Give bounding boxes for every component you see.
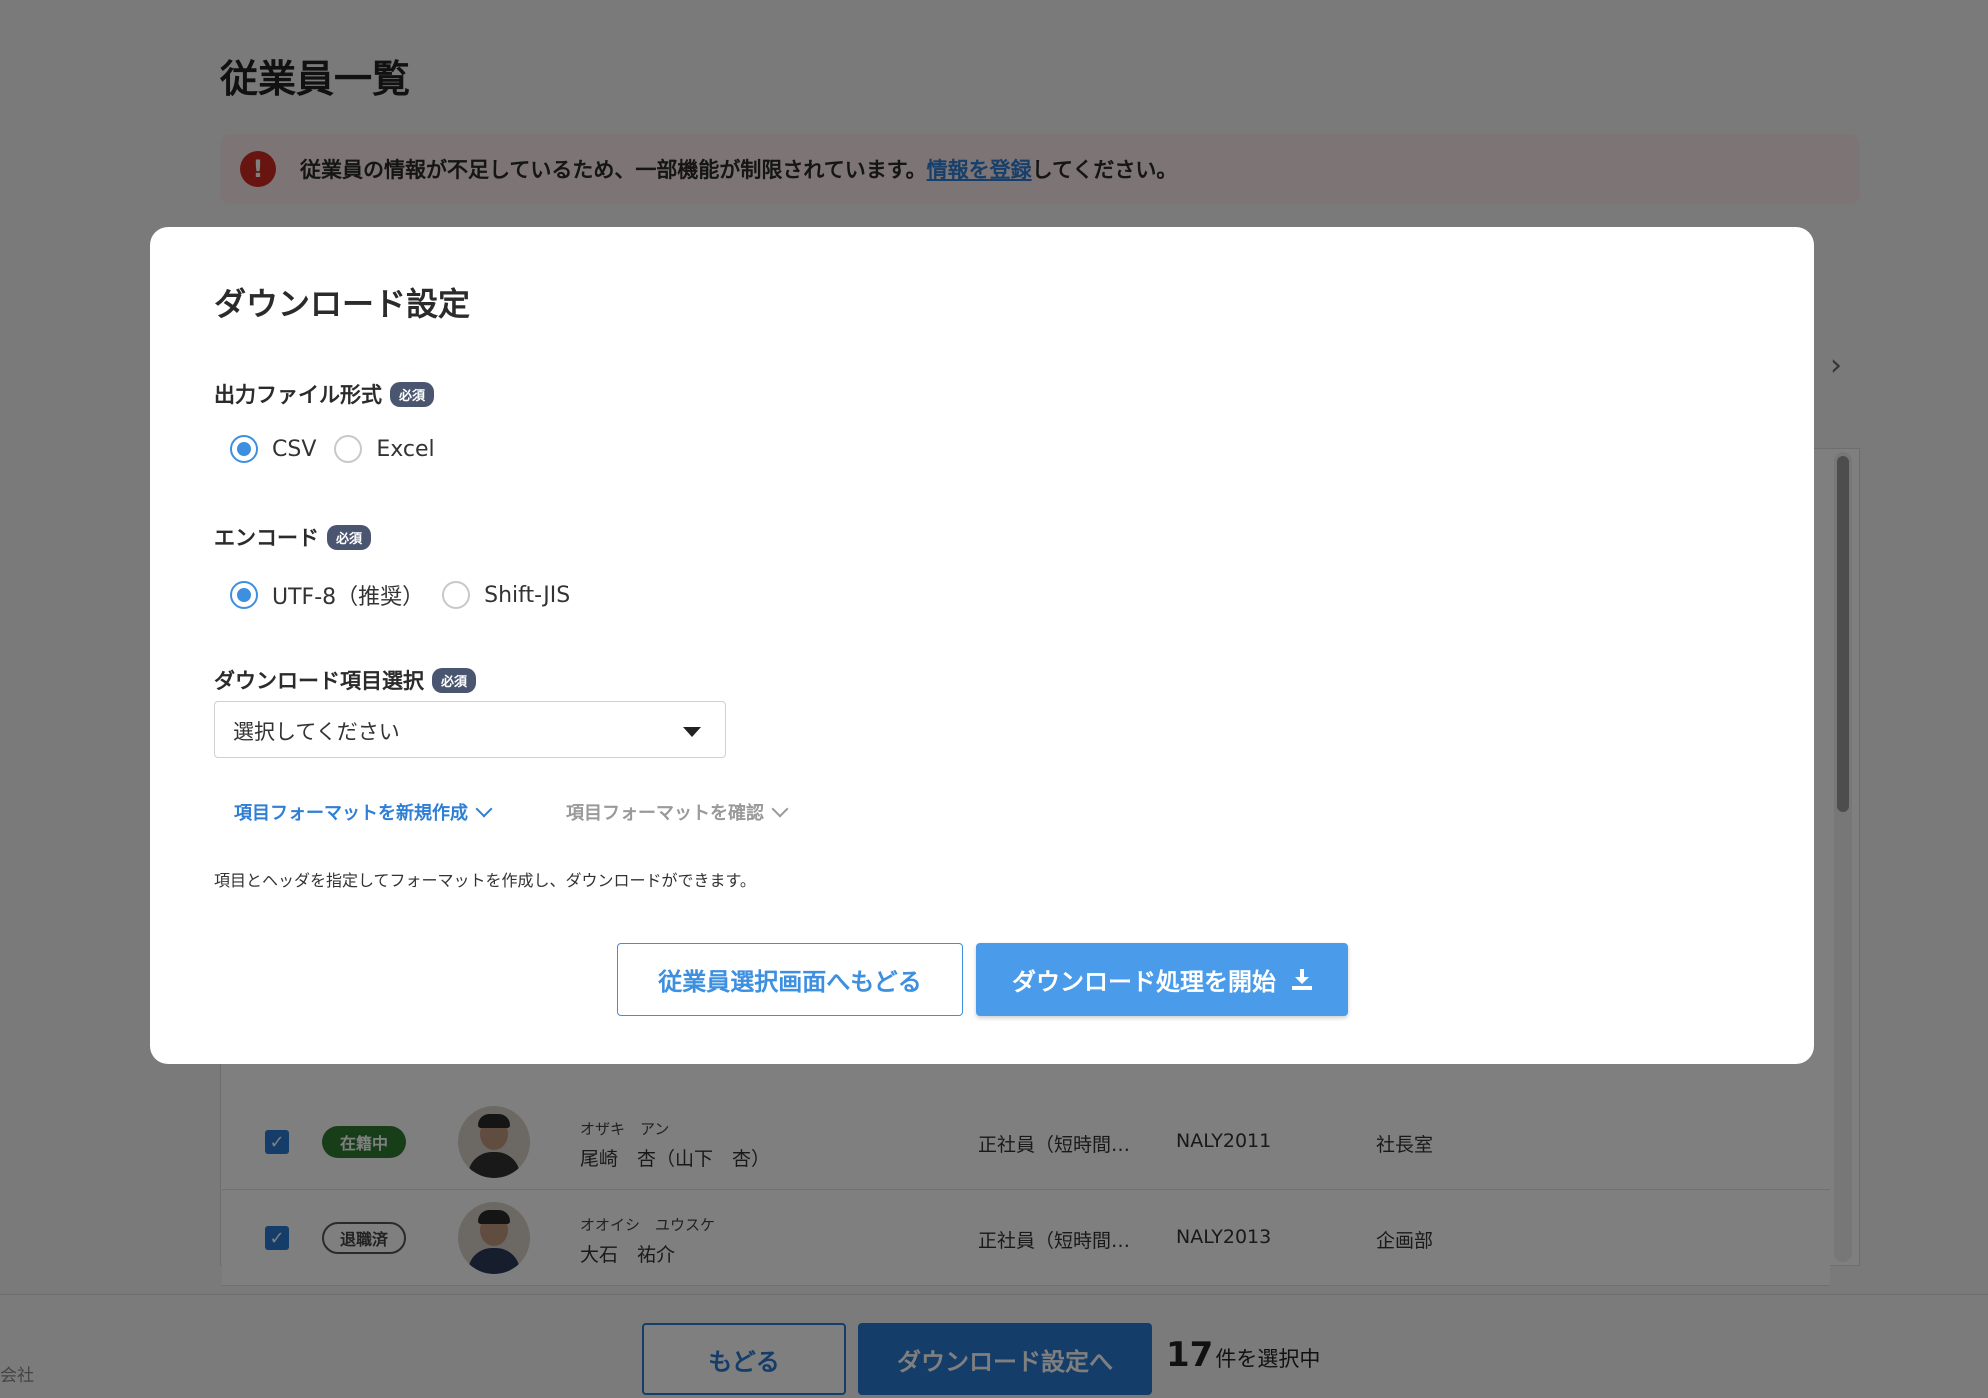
- new-format-link[interactable]: 項目フォーマットを新規作成: [234, 799, 493, 825]
- download-settings-modal: ダウンロード設定 出力ファイル形式 必須 CSV Excel エンコード 必須 UT…: [150, 227, 1814, 1064]
- required-badge: 必須: [327, 524, 372, 550]
- confirm-format-link[interactable]: 項目フォーマットを確認: [566, 799, 789, 825]
- download-items-select[interactable]: 選択してください: [214, 701, 726, 758]
- radio-csv[interactable]: CSV: [230, 435, 316, 463]
- radio-shift-jis[interactable]: Shift-JIS: [442, 581, 570, 609]
- return-to-selection-button[interactable]: 従業員選択画面へもどる: [617, 943, 963, 1016]
- caret-down-icon: [683, 727, 701, 737]
- start-download-button[interactable]: ダウンロード処理を開始: [976, 943, 1348, 1016]
- file-format-label: 出力ファイル形式 必須: [214, 379, 435, 409]
- radio-button[interactable]: [334, 435, 363, 463]
- encoding-radio-group: UTF-8（推奨） Shift-JIS: [230, 579, 588, 611]
- radio-excel[interactable]: Excel: [334, 435, 435, 463]
- radio-button-selected[interactable]: [230, 581, 258, 609]
- radio-button[interactable]: [442, 581, 471, 609]
- chevron-down-icon: [771, 800, 789, 818]
- chevron-down-icon: [475, 800, 493, 818]
- radio-button-selected[interactable]: [230, 435, 258, 463]
- download-icon: [1292, 968, 1312, 991]
- file-format-radio-group: CSV Excel: [230, 435, 453, 463]
- required-badge: 必須: [432, 667, 477, 693]
- radio-utf8[interactable]: UTF-8（推奨）: [230, 579, 424, 611]
- encoding-label: エンコード 必須: [214, 522, 372, 552]
- download-items-label: ダウンロード項目選択 必須: [214, 665, 477, 695]
- required-badge: 必須: [390, 381, 435, 407]
- select-placeholder: 選択してください: [233, 720, 400, 744]
- help-text: 項目とヘッダを指定してフォーマットを作成し、ダウンロードができます。: [214, 871, 756, 890]
- modal-title: ダウンロード設定: [214, 285, 471, 323]
